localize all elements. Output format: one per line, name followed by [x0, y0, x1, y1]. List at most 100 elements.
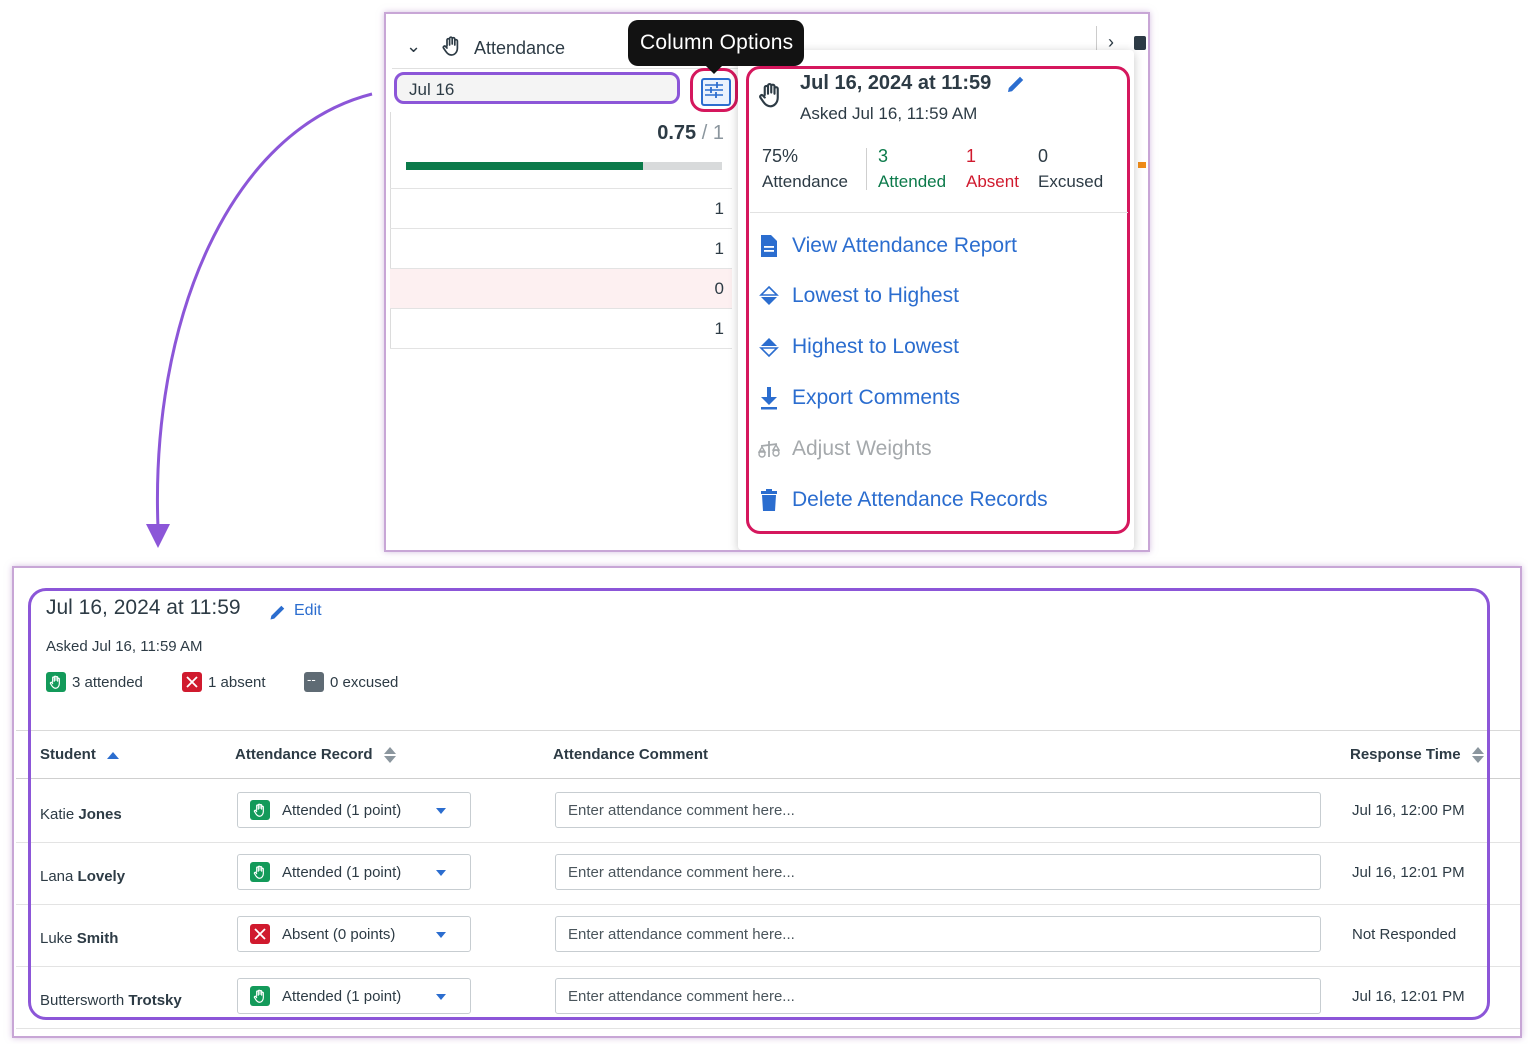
- grade-cell-value: 0: [714, 279, 724, 298]
- badge-label: 0 excused: [330, 674, 399, 691]
- student-first-name: Katie: [40, 806, 75, 823]
- tooltip-text: Column Options: [640, 31, 794, 54]
- detail-asked-time: Asked Jul 16, 11:59 AM: [46, 638, 203, 655]
- column-score: 0.75 / 1: [390, 122, 724, 145]
- grade-cell[interactable]: 1: [390, 228, 732, 268]
- grade-cell-value: 1: [714, 199, 724, 218]
- sort-icon: [759, 285, 779, 305]
- pencil-icon[interactable]: [1004, 72, 1028, 96]
- attendance-record-select[interactable]: Attended (1 point): [237, 854, 471, 890]
- raised-hand-icon: [442, 36, 459, 56]
- caret-down-icon: [436, 870, 446, 876]
- stat-value: 3: [878, 146, 889, 166]
- grade-cell-value: 1: [714, 319, 724, 338]
- score-value: 0.75: [657, 122, 697, 144]
- stat-label: Attended: [878, 172, 947, 191]
- table-row: Luke Smith Absent (0 points) Not Responded: [16, 904, 1520, 967]
- caret-down-icon: [436, 994, 446, 1000]
- column-header-label: Response Time: [1350, 746, 1461, 763]
- stat-attended: 3 Attended: [878, 144, 946, 194]
- lock-icon: [1134, 36, 1146, 50]
- raised-hand-icon: [250, 986, 270, 1006]
- column-header-response-time[interactable]: Response Time: [1350, 746, 1485, 764]
- student-last-name: Lovely: [77, 868, 126, 885]
- sort-icon: [759, 338, 779, 358]
- raised-hand-icon: [759, 83, 779, 108]
- stat-value: 75%: [762, 146, 799, 166]
- student-first-name: Luke: [40, 930, 73, 947]
- menu-title: Jul 16, 2024 at 11:59: [800, 72, 992, 94]
- chevron-down-icon[interactable]: ⌄: [406, 36, 421, 57]
- attendance-record-value: Attended (1 point): [282, 802, 402, 819]
- column-header-record[interactable]: Attendance Record: [235, 746, 397, 764]
- attendance-record-select[interactable]: Attended (1 point): [237, 978, 471, 1014]
- download-icon: [761, 387, 777, 410]
- table-top-border: [16, 730, 1520, 731]
- pencil-icon: [270, 605, 285, 620]
- student-name: Luke Smith: [40, 930, 118, 947]
- menu-asked-time: Asked Jul 16, 11:59 AM: [800, 104, 978, 123]
- student-name: Katie Jones: [40, 806, 122, 823]
- attendance-record-value: Absent (0 points): [282, 926, 396, 943]
- stat-attendance-rate: 75% Attendance: [762, 144, 848, 194]
- raised-hand-icon: [250, 800, 270, 820]
- column-date-label[interactable]: Jul 16: [394, 72, 680, 104]
- caret-down-icon: [436, 932, 446, 938]
- student-first-name: Lana: [40, 868, 74, 885]
- response-time: Not Responded: [1352, 926, 1457, 943]
- stat-label: Excused: [1038, 172, 1104, 191]
- column-header-label: Attendance Record: [235, 746, 373, 763]
- edit-label: Edit: [294, 602, 322, 619]
- menu-item-label: Adjust Weights: [792, 437, 932, 460]
- attendance-record-value: Attended (1 point): [282, 864, 402, 881]
- attendance-record-select[interactable]: Attended (1 point): [237, 792, 471, 828]
- stat-label: Attendance: [762, 172, 849, 191]
- attendance-record-select[interactable]: Absent (0 points): [237, 916, 471, 952]
- score-progress-fill: [406, 162, 643, 170]
- student-last-name: Jones: [78, 806, 122, 823]
- close-icon: [250, 924, 270, 944]
- response-time: Jul 16, 12:01 PM: [1352, 864, 1465, 881]
- column-date-text: Jul 16: [409, 80, 455, 99]
- attendance-comment-input[interactable]: [555, 854, 1321, 890]
- grade-cell[interactable]: 1: [390, 188, 732, 228]
- table-header-border: [16, 778, 1520, 779]
- close-icon: [182, 672, 202, 692]
- stat-absent: 1 Absent: [966, 144, 1019, 194]
- menu-separator: [750, 212, 1128, 213]
- grade-cell-value: 1: [714, 239, 724, 258]
- stat-divider: [866, 148, 867, 190]
- attendance-comment-input[interactable]: [555, 792, 1321, 828]
- student-first-name: Buttersworth: [40, 992, 125, 1009]
- document-icon: [761, 235, 777, 257]
- gradebook-column-panel: ⌄ Attendance › Jul 16 0.75 / 1 1 1 0 1 J…: [384, 12, 1150, 552]
- stat-label: Absent: [966, 172, 1019, 191]
- caret-down-icon: [436, 808, 446, 814]
- column-header-label: Student: [40, 746, 96, 763]
- stat-excused: 0 Excused: [1038, 144, 1103, 194]
- table-row: Buttersworth Trotsky Attended (1 point) Ju…: [16, 966, 1520, 1029]
- column-header-comment: Attendance Comment: [553, 746, 708, 763]
- dash-glyph: --: [307, 672, 316, 687]
- student-name: Buttersworth Trotsky: [40, 992, 182, 1009]
- raised-hand-icon: [46, 672, 66, 692]
- table-row: Katie Jones Attended (1 point) Jul 16, 12:…: [16, 780, 1520, 843]
- attendance-detail-panel: Jul 16, 2024 at 11:59 Edit Asked Jul 16,…: [12, 566, 1522, 1038]
- column-options-button[interactable]: [690, 68, 738, 112]
- score-denominator: / 1: [701, 122, 724, 144]
- column-options-tooltip: Column Options: [628, 20, 804, 66]
- student-name: Lana Lovely: [40, 868, 125, 885]
- scale-icon: [758, 441, 780, 458]
- dash-icon: --: [304, 672, 324, 692]
- menu-item-label: Lowest to Highest: [792, 284, 959, 307]
- menu-item-label: Delete Attendance Records: [792, 488, 1048, 511]
- grade-cell[interactable]: 0: [390, 268, 732, 308]
- attendance-comment-input[interactable]: [555, 978, 1321, 1014]
- stat-value: 1: [966, 146, 977, 166]
- menu-item-label: Export Comments: [792, 386, 961, 409]
- response-time: Jul 16, 12:00 PM: [1352, 802, 1465, 819]
- menu-item-label: View Attendance Report: [792, 234, 1017, 257]
- column-header-student[interactable]: Student: [40, 746, 120, 763]
- attendance-comment-input[interactable]: [555, 916, 1321, 952]
- grade-cell[interactable]: 1: [390, 308, 732, 349]
